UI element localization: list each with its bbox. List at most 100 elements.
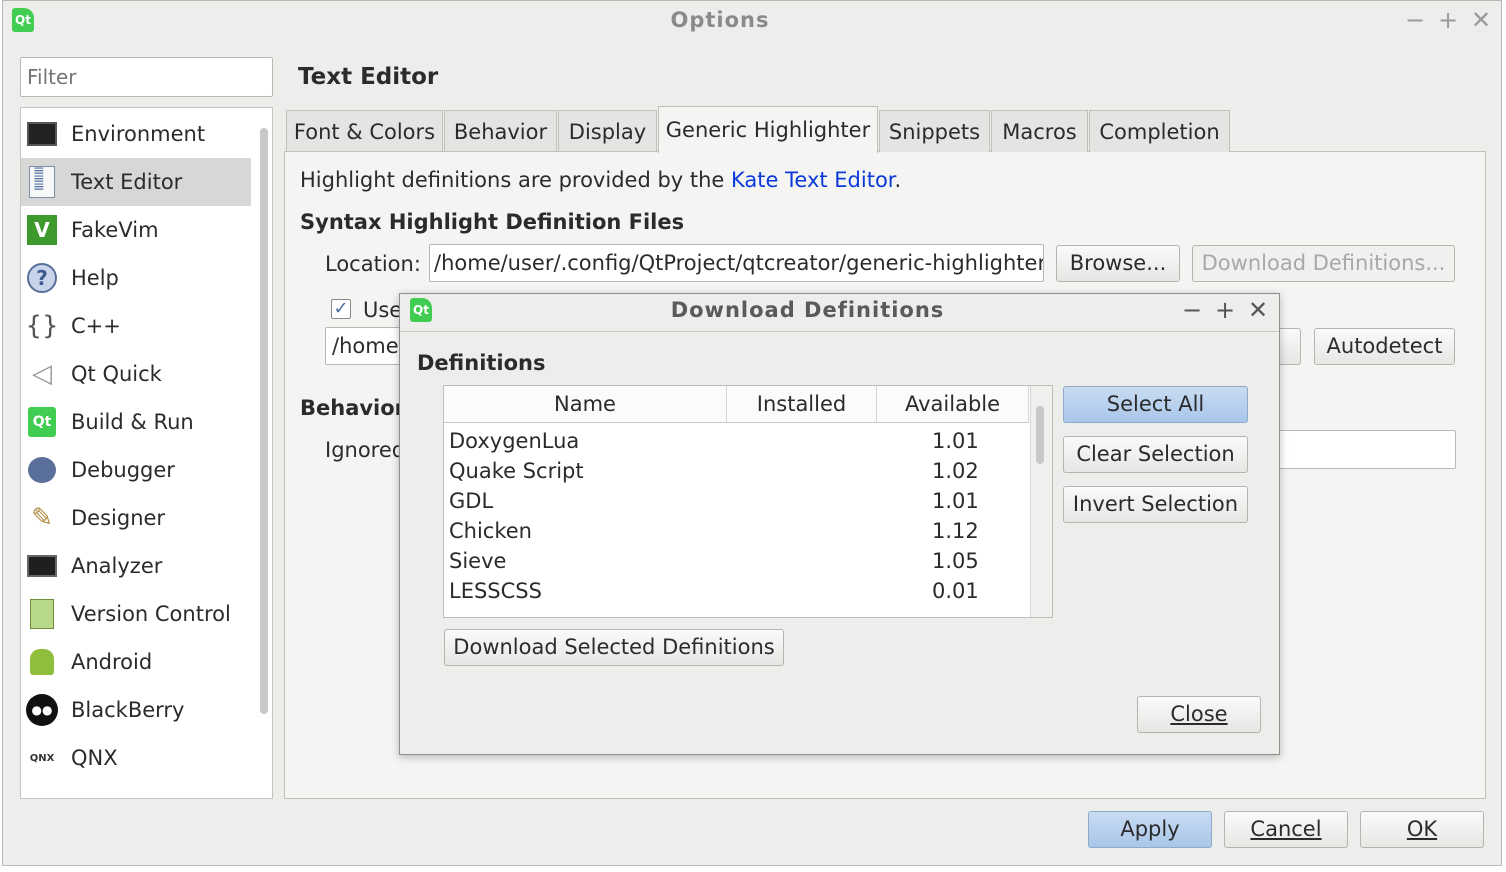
text-editor-icon: ≡ ≡ ≡ [25,164,59,199]
column-header-installed[interactable]: Installed [727,386,877,422]
row-available: 1.01 [932,429,979,453]
minimize-icon[interactable]: − [1405,8,1425,32]
category-list[interactable]: Environment ≡ ≡ ≡ Text Editor V FakeVim ? … [20,107,273,799]
tab-completion[interactable]: Completion [1089,110,1230,152]
category-item-help[interactable]: ? Help [21,254,251,302]
location-label: Location: [325,252,421,276]
row-available: 1.01 [932,489,979,513]
category-label: Build & Run [71,410,194,434]
build-run-icon: Qt [25,405,59,439]
section-title: Syntax Highlight Definition Files [300,210,685,234]
dialog-close-icon[interactable]: ✕ [1248,298,1268,322]
maximize-icon[interactable]: + [1438,8,1458,32]
category-item-text-editor[interactable]: ≡ ≡ ≡ Text Editor [21,158,251,206]
table-row[interactable]: GDL 1.01 [444,486,1029,516]
category-item-cpp[interactable]: {} C++ [21,302,251,350]
version-control-icon [25,597,59,631]
highlighter-info: Highlight definitions are provided by th… [300,168,901,192]
fakevim-icon: V [25,213,59,247]
tab-display[interactable]: Display [558,110,657,152]
row-name: DoxygenLua [449,429,580,453]
apply-button[interactable]: Apply [1088,811,1212,848]
clear-selection-button[interactable]: Clear Selection [1063,436,1248,473]
category-item-build-run[interactable]: Qt Build & Run [21,398,251,446]
row-available: 1.05 [932,549,979,573]
category-item-android[interactable]: Android [21,638,251,686]
designer-icon: ✎ [31,503,53,533]
table-row[interactable]: DoxygenLua 1.01 [444,426,1029,456]
qnx-icon: QNX [29,752,55,764]
info-text: Highlight definitions are provided by th… [300,168,732,192]
category-item-environment[interactable]: Environment [21,110,251,158]
cancel-button[interactable]: Cancel [1224,811,1348,848]
category-label: Qt Quick [71,362,162,386]
table-row[interactable]: Chicken 1.12 [444,516,1029,546]
download-selected-button[interactable]: Download Selected Definitions [444,629,784,666]
dialog-minimize-icon[interactable]: − [1182,298,1202,322]
category-label: Designer [71,506,166,530]
autodetect-button[interactable]: Autodetect [1314,328,1455,365]
row-available: 0.01 [932,579,979,603]
location-input[interactable]: /home/user/.config/QtProject/qtcreator/g… [429,244,1044,282]
category-item-designer[interactable]: ✎ Designer [21,494,251,542]
category-item-debugger[interactable]: Debugger [21,446,251,494]
browse-button[interactable]: Browse... [1056,245,1180,282]
select-all-button[interactable]: Select All [1063,386,1248,423]
category-scrollbar[interactable] [260,128,268,714]
row-name: Quake Script [449,459,584,483]
table-row[interactable]: Quake Script 1.02 [444,456,1029,486]
behavior-section-title: Behavior [300,396,406,420]
category-label: BlackBerry [71,698,185,722]
info-suffix: . [894,168,902,192]
close-window-icon[interactable]: ✕ [1471,8,1491,32]
row-available: 1.02 [932,459,979,483]
tab-font-colors[interactable]: Font & Colors [286,110,443,152]
row-name: LESSCSS [449,579,542,603]
category-item-analyzer[interactable]: Analyzer [21,542,251,590]
page-title: Text Editor [298,64,439,90]
dialog-maximize-icon[interactable]: + [1215,298,1235,322]
column-header-name[interactable]: Name [444,386,727,422]
ignored-patterns-input[interactable] [1270,430,1456,469]
category-label: Analyzer [71,554,163,578]
category-item-fakevim[interactable]: V FakeVim [21,206,251,254]
category-item-blackberry[interactable]: ●● BlackBerry [21,686,251,734]
row-name: Chicken [449,519,532,543]
tab-generic-highlighter[interactable]: Generic Highlighter [658,106,878,153]
debugger-icon [25,453,59,487]
dialog-title-divider [400,331,1279,332]
category-label: FakeVim [71,218,159,242]
definitions-label: Definitions [417,351,546,375]
category-label: QNX [71,746,118,770]
invert-selection-button[interactable]: Invert Selection [1063,486,1248,523]
help-icon: ? [25,261,59,295]
category-label: C++ [71,314,121,338]
dialog-close-button[interactable]: Close [1137,696,1261,733]
category-label: Help [71,266,119,290]
category-label: Android [71,650,153,674]
download-definitions-button[interactable]: Download Definitions... [1192,245,1455,282]
category-label: Version Control [71,602,231,626]
blackberry-icon: ●● [25,693,59,727]
table-row[interactable]: LESSCSS 0.01 [444,576,1029,606]
category-item-version-control[interactable]: Version Control [21,590,251,638]
use-checkbox[interactable]: ✓ [331,299,351,319]
column-header-available[interactable]: Available [877,386,1029,422]
table-scrollbar[interactable] [1036,406,1044,464]
tab-snippets[interactable]: Snippets [879,110,990,152]
row-name: GDL [449,489,494,513]
paper-plane-icon: ◁ [32,359,52,389]
tab-behavior[interactable]: Behavior [444,110,557,152]
dialog-title: Download Definitions [670,298,945,322]
category-label: Environment [71,122,206,146]
filter-input[interactable] [20,57,273,97]
category-item-qt-quick[interactable]: ◁ Qt Quick [21,350,251,398]
row-available: 1.12 [932,519,979,543]
ok-button[interactable]: OK [1360,811,1484,848]
ignored-label: Ignored [325,438,406,462]
table-row[interactable]: Sieve 1.05 [444,546,1029,576]
category-item-qnx[interactable]: QNX QNX [21,734,251,782]
definitions-table[interactable]: Name Installed Available DoxygenLua 1.01… [443,385,1053,618]
tab-macros[interactable]: Macros [991,110,1088,152]
kate-link[interactable]: Kate Text Editor [731,168,894,192]
